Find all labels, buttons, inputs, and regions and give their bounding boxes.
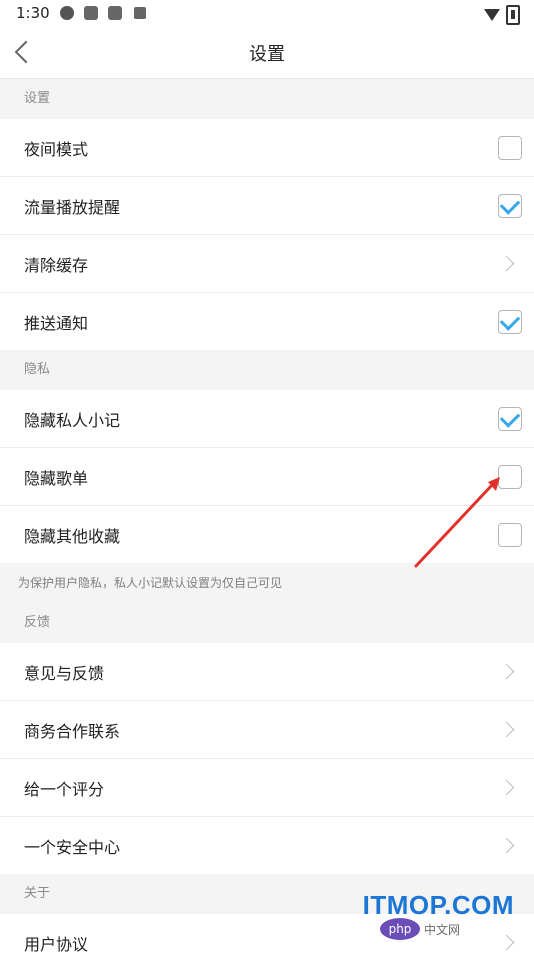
annotation-arrow-icon	[414, 477, 500, 568]
watermark-brand: ITMOP.COM	[362, 890, 514, 920]
watermark: ITMOP.COM php 中文网	[362, 890, 522, 944]
watermark-php-badge: php	[380, 918, 420, 940]
watermark-site: 中文网	[424, 923, 461, 937]
